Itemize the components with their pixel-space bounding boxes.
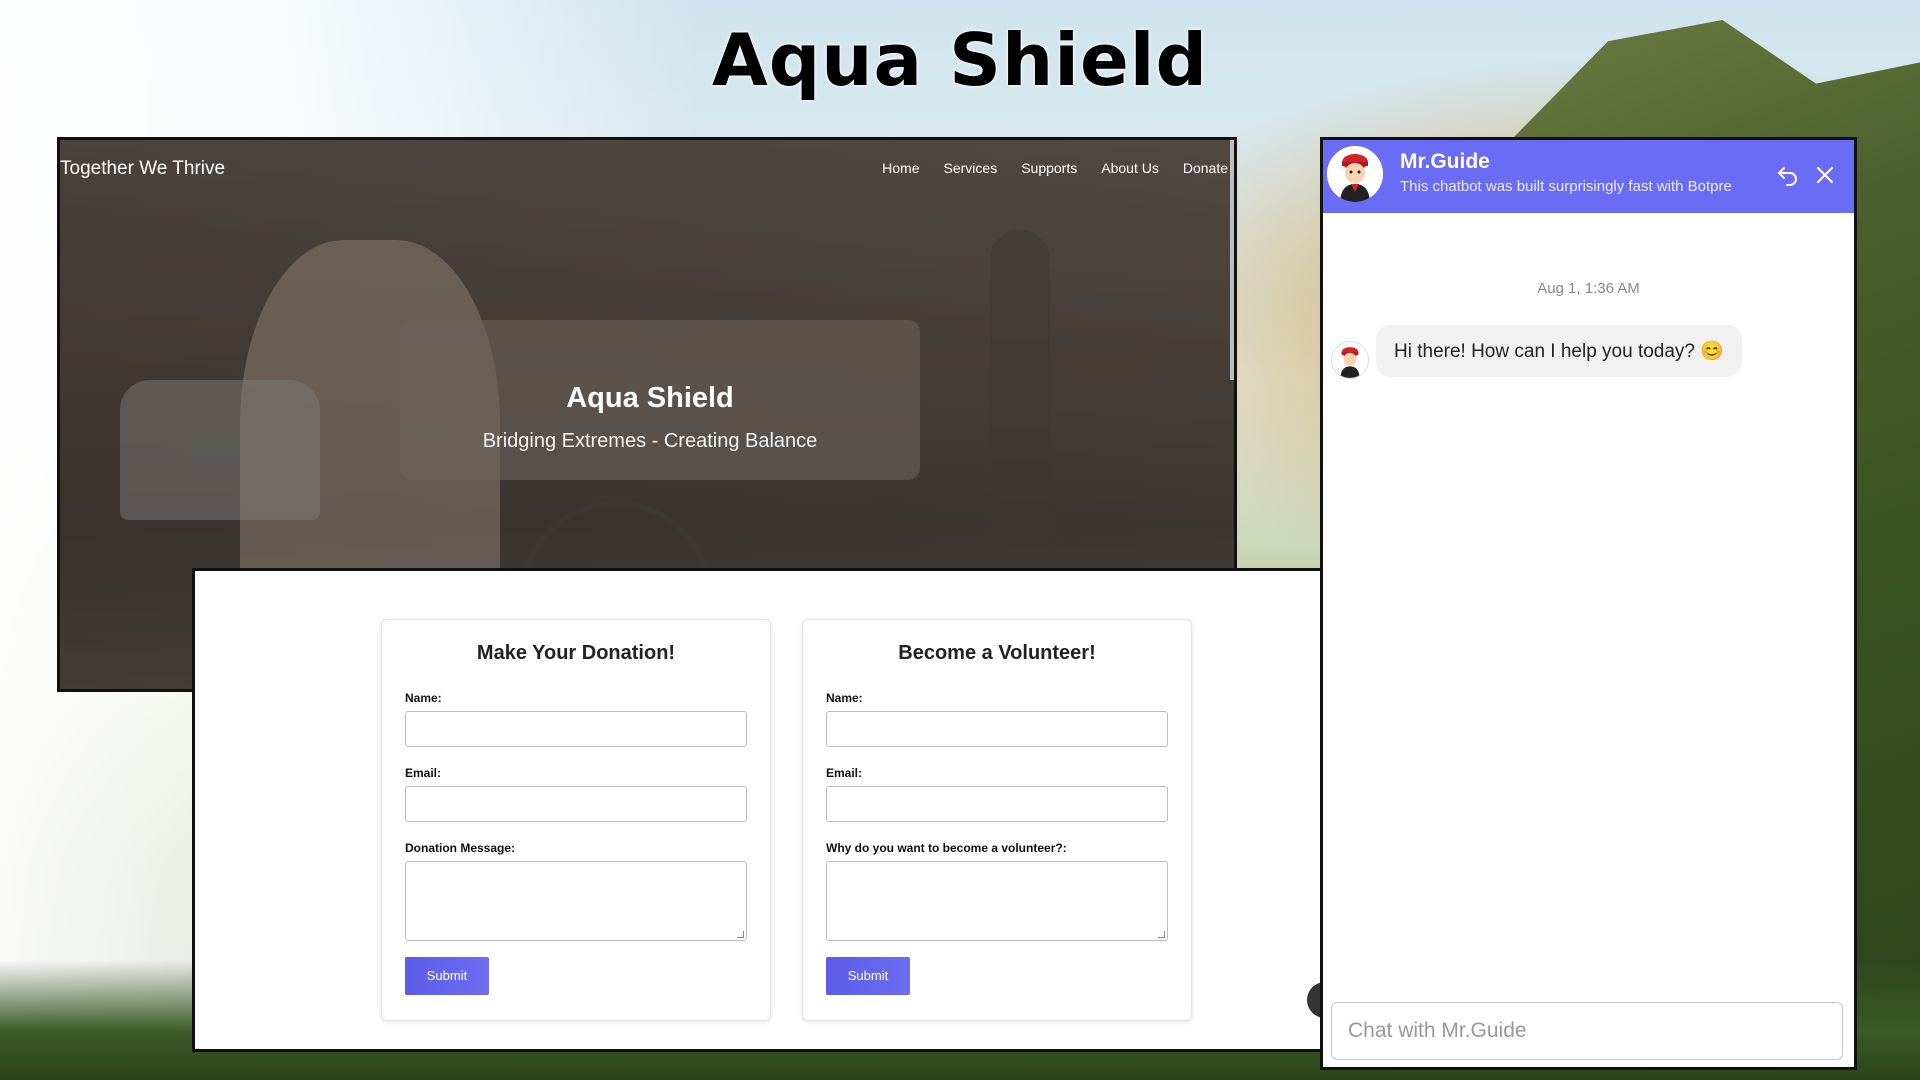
volunteer-email-input[interactable] [826,786,1168,822]
volunteer-card: Become a Volunteer! Name: Email: Why do … [802,619,1192,1021]
main-title: Aqua Shield [711,18,1208,102]
restart-icon[interactable] [1775,162,1801,188]
volunteer-reason-label: Why do you want to become a volunteer?: [826,841,1067,855]
nav-donate[interactable]: Donate [1183,160,1228,176]
chat-input[interactable] [1331,1002,1843,1060]
donation-email-label: Email: [405,766,442,780]
bot-avatar-icon [1332,342,1368,378]
hero-title: Aqua Shield [566,382,734,414]
volunteer-reason-textarea[interactable] [826,861,1168,941]
nav-services[interactable]: Services [944,160,998,176]
volunteer-name-input[interactable] [826,711,1168,747]
nav-home[interactable]: Home [882,160,919,176]
scrollbar[interactable] [1230,140,1234,380]
volunteer-email-label: Email: [826,766,863,780]
bot-avatar-icon [1327,146,1383,202]
bot-avatar [1327,146,1383,202]
nav-supports[interactable]: Supports [1021,160,1077,176]
site-nav: Home Services Supports About Us Donate [882,160,1228,176]
donation-title: Make Your Donation! [476,642,676,664]
donation-submit-button[interactable]: Submit [405,957,489,995]
volunteer-title: Become a Volunteer! [898,642,1096,664]
bot-message-bubble: Hi there! How can I help you today? 😊 [1376,325,1742,377]
bot-message-avatar [1331,341,1369,379]
donation-name-input[interactable] [405,711,747,747]
donation-card: Make Your Donation! Name: Email: Donatio… [381,619,771,1021]
donation-name-label: Name: [405,691,442,705]
donation-email-input[interactable] [405,786,747,822]
nav-about-us[interactable]: About Us [1101,160,1159,176]
resize-grip-icon[interactable] [1158,931,1165,938]
donation-message-textarea[interactable] [405,861,747,941]
chatbot-window: Mr.Guide This chatbot was built surprisi… [1320,137,1857,1070]
chat-timestamp: Aug 1, 1:36 AM [1537,280,1640,297]
forms-window: Make Your Donation! Name: Email: Donatio… [192,568,1324,1052]
close-icon[interactable] [1812,162,1838,188]
hero-subtitle: Bridging Extremes - Creating Balance [482,430,818,452]
resize-grip-icon[interactable] [737,931,744,938]
bot-name: Mr.Guide [1400,150,1490,173]
volunteer-submit-button[interactable]: Submit [826,957,910,995]
bot-description: This chatbot was built surprisingly fast… [1400,178,1732,195]
chat-header: Mr.Guide This chatbot was built surprisi… [1323,140,1854,213]
donation-message-label: Donation Message: [405,841,516,855]
site-brand[interactable]: Together We Thrive [60,158,225,180]
volunteer-name-label: Name: [826,691,863,705]
